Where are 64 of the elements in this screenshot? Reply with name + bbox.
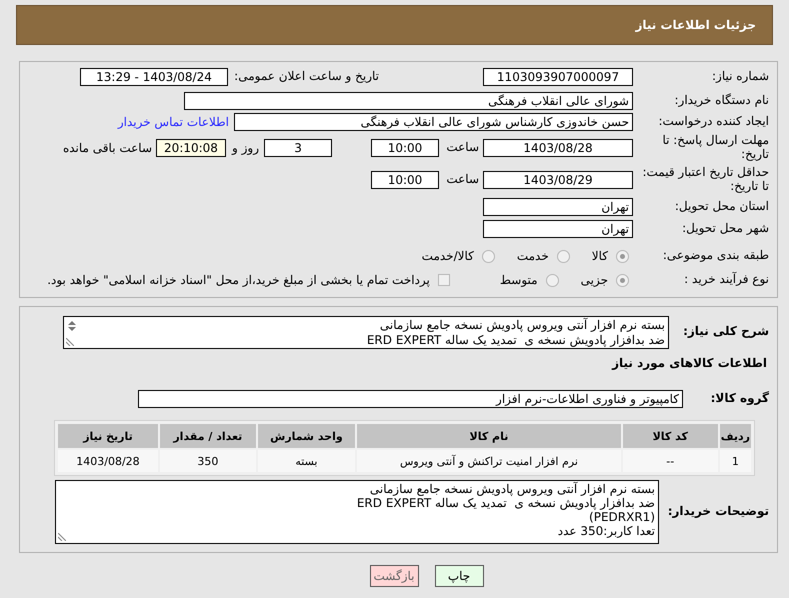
field-label: شماره نیاز: — [711, 70, 769, 84]
time-field: 10:00 — [371, 139, 439, 157]
date-field: 1403/08/29 — [483, 171, 633, 189]
field-label: شهر محل تحویل: — [681, 222, 769, 236]
field-label: ساعت — [445, 141, 479, 155]
resize-grip-icon — [66, 338, 74, 346]
field-label: حداقل تاریخ اعتبار قیمت: تا تاریخ: — [641, 166, 769, 194]
date-field: 1403/08/28 — [483, 139, 633, 157]
radio-option[interactable]: خدمت — [516, 249, 570, 263]
time-field: 10:00 — [371, 171, 439, 189]
table-cell: بسته — [258, 450, 356, 472]
radio-button[interactable] — [616, 250, 629, 262]
table-cell: 350 — [160, 450, 256, 472]
remaining-time-field: 20:10:08 — [156, 139, 226, 157]
buyer-org-field: شورای عالی انقلاب فرهنگی — [184, 92, 633, 110]
radio-option[interactable]: کالا/خدمت — [422, 249, 495, 263]
radio-button[interactable] — [556, 250, 570, 262]
field-label: توضیحات خریدار: — [666, 505, 769, 519]
contact-link[interactable]: اطلاعات تماس خریدار — [118, 115, 229, 129]
column-header: تاریخ نیاز — [58, 424, 158, 448]
column-header: واحد شمارش — [258, 424, 356, 448]
remaining-label: ساعت باقی مانده — [62, 141, 152, 155]
radio-option[interactable]: کالا — [592, 249, 629, 263]
section-heading: اطلاعات کالاهای مورد نیاز — [610, 357, 767, 371]
table-cell: نرم افزار امنیت تراکنش و آنتی ویروس — [357, 450, 621, 472]
field-label: طبقه بندی موضوعی: — [662, 249, 769, 263]
description-field[interactable]: بسته نرم افزار آنتی ویروس پادویش نسخه جامع سازمانی ضد بدافزار پادویش نسخه ی تمدید یک ساله ERD EXPERT — [63, 316, 669, 348]
field-label: نام دستگاه خریدار: — [674, 94, 769, 108]
field-label: تاریخ و ساعت اعلان عمومی: — [234, 70, 379, 84]
column-header: کد کالا — [622, 424, 718, 448]
print-button[interactable]: چاپ — [434, 565, 484, 587]
column-header: نام کالا — [357, 424, 621, 448]
column-header: ردیف — [720, 424, 751, 448]
table-cell: 1 — [720, 450, 751, 472]
payment-checkbox-option[interactable]: پرداخت تمام یا بخشی از مبلغ خرید،از محل "اسناد خزانه اسلامی" خواهد بود. — [47, 273, 450, 287]
radio-option[interactable]: متوسط — [500, 273, 559, 287]
table-cell: 1403/08/28 — [58, 450, 158, 472]
scroll-arrows-icon — [66, 318, 78, 332]
back-button[interactable]: بازگشت — [370, 565, 418, 587]
radio-option[interactable]: جزیی — [580, 273, 629, 287]
field-label: شرح کلی نیاز: — [682, 325, 769, 339]
city-field: تهران — [483, 220, 633, 238]
resize-grip-icon — [58, 533, 66, 541]
need-number-field: 1103093907000097 — [483, 68, 633, 86]
buyer-notes-field[interactable]: بسته نرم افزار آنتی ویروس پادویش نسخه جامع سازمانی ضد بدافزار پادویش نسخه ی تمدید یک ساله ERD EXPERT (PEDRXR1) تعدا کاربر:350 عدد — [55, 480, 659, 544]
requester-field: حسن خاندوزی کارشناس شورای عالی انقلاب فرهنگی — [234, 113, 633, 131]
radio-button[interactable] — [546, 274, 559, 286]
field-label: ساعت — [445, 173, 479, 187]
radio-button[interactable] — [482, 250, 495, 262]
days-field: 3 — [264, 139, 332, 157]
days-label: روز و — [232, 141, 259, 155]
field-label: ایجاد کننده درخواست: — [657, 115, 769, 129]
page-title: جزئیات اطلاعات نیاز — [635, 18, 756, 32]
field-label: مهلت ارسال پاسخ: تا تاریخ: — [661, 134, 769, 162]
radio-button[interactable] — [616, 274, 629, 286]
column-header: تعداد / مقدار — [160, 424, 256, 448]
field-label: استان محل تحویل: — [674, 200, 769, 214]
province-field: تهران — [483, 198, 633, 216]
announce-date-field: 1403/08/24 - 13:29 — [80, 68, 228, 86]
table-cell: -- — [622, 450, 718, 472]
checkbox[interactable] — [438, 274, 450, 286]
field-label: گروه کالا: — [710, 392, 769, 406]
field-label: نوع فرآیند خرید : — [683, 273, 769, 287]
goods-group-field: کامپیوتر و فناوری اطلاعات-نرم افزار — [138, 390, 683, 408]
